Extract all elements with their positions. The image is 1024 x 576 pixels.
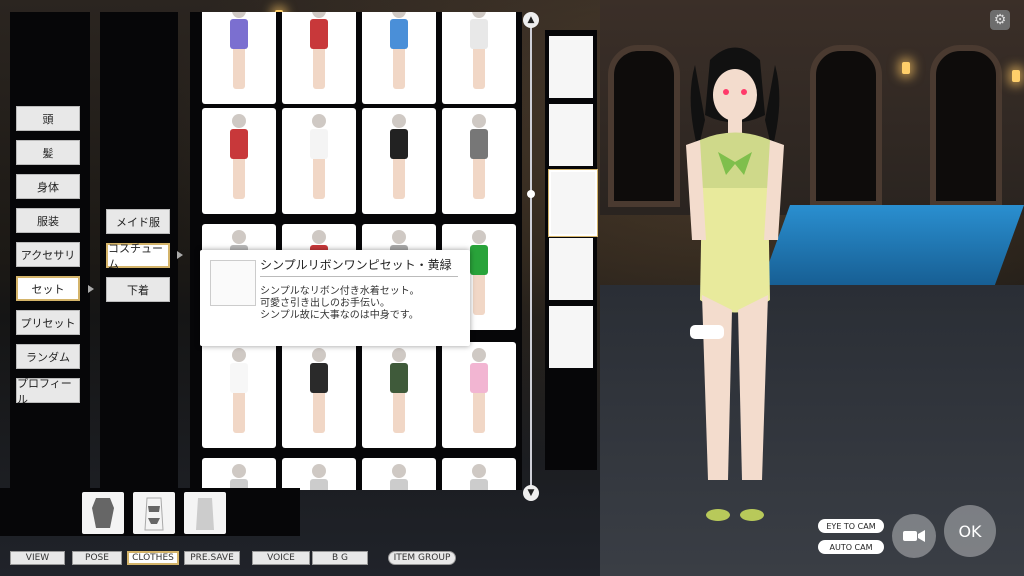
costume-card[interactable] [202,458,276,490]
menu-button[interactable]: ランダム [16,344,80,369]
menu-button[interactable]: プロフィール [16,377,80,406]
eye-to-cam-button[interactable]: EYE TO CAM [818,519,884,533]
tab-item-group[interactable]: ITEM GROUP [388,551,456,565]
costume-card[interactable] [362,108,436,214]
scrollbar-thumb[interactable] [527,190,535,198]
submenu-button[interactable]: メイド服 [106,209,170,234]
costume-card[interactable] [282,458,356,490]
costume-figure [390,114,408,199]
variant-thumbnail[interactable] [549,238,593,300]
tab-pose[interactable]: POSE [72,551,122,565]
costume-figure [230,114,248,199]
costume-figure [390,464,408,490]
scroll-up-icon[interactable]: ▲ [523,12,539,28]
tooltip-divider [260,276,458,277]
item-tooltip: シンプルリボンワンピセット・黄緑 シンプルなリボン付き水着セット。 可愛さ引き出… [200,250,470,346]
costume-figure [470,464,488,490]
tab-voice[interactable]: VOICE [252,551,310,565]
tab-clothes[interactable]: CLOTHES [127,551,179,565]
costume-card[interactable] [362,342,436,448]
menu-arrow-icon [88,285,94,293]
costume-card[interactable] [442,342,516,448]
tooltip-thumbnail [210,260,256,306]
tab-b-g[interactable]: B G [312,551,368,565]
scrollbar-track[interactable] [530,22,532,490]
nude-state-icon[interactable] [184,492,226,534]
submenu-arrow-icon [177,251,183,259]
building-wall [600,0,1024,215]
submenu-button[interactable]: 下着 [106,277,170,302]
arch [930,45,1002,207]
clothed-state-icon[interactable] [82,492,124,534]
costume-card[interactable] [202,342,276,448]
tooltip-title: シンプルリボンワンピセット・黄緑 [260,258,452,272]
costume-figure [470,230,488,315]
menu-button[interactable]: プリセット [16,310,80,335]
lamp [1012,70,1020,82]
costume-figure [470,12,488,89]
costume-figure [230,464,248,490]
costume-card[interactable] [442,108,516,214]
menu-button[interactable]: アクセサリ [16,242,80,267]
menu-button[interactable]: 頭 [16,106,80,131]
variant-thumbnail[interactable] [549,104,593,166]
ok-button[interactable]: OK [944,505,996,557]
tab-view[interactable]: VIEW [10,551,65,565]
settings-gear-icon[interactable]: ⚙ [990,10,1010,30]
variant-thumbnail-column [545,30,597,470]
costume-card[interactable] [282,12,356,104]
costume-card[interactable] [362,458,436,490]
arch [810,45,882,207]
costume-card[interactable] [282,108,356,214]
costume-figure [230,12,248,89]
menu-button[interactable]: 身体 [16,174,80,199]
costume-figure [230,348,248,433]
character-model[interactable] [670,40,800,540]
costume-card[interactable] [362,12,436,104]
costume-figure [390,348,408,433]
costume-card[interactable] [202,12,276,104]
costume-card[interactable] [442,458,516,490]
variant-thumbnail[interactable] [549,170,597,236]
variant-thumbnail[interactable] [549,306,593,368]
costume-card[interactable] [442,12,516,104]
menu-button[interactable]: 髪 [16,140,80,165]
costume-figure [310,348,328,433]
pool-water [760,205,1024,285]
costume-card[interactable] [282,342,356,448]
costume-figure [310,114,328,199]
costume-card[interactable] [202,108,276,214]
submenu-button[interactable]: コスチューム [106,242,170,271]
costume-figure [310,12,328,89]
variant-thumbnail[interactable] [549,36,593,98]
menu-button[interactable]: セット [16,276,80,301]
camera-icon[interactable] [892,514,936,558]
menu-button[interactable]: 服装 [16,208,80,233]
costume-figure [310,464,328,490]
underwear-state-icon[interactable] [133,492,175,534]
scroll-down-icon[interactable]: ▼ [523,485,539,501]
auto-cam-button[interactable]: AUTO CAM [818,540,884,554]
costume-figure [470,348,488,433]
tooltip-description-line: シンプル故に大事なのは中身です。 [260,310,419,321]
tab-pre-save[interactable]: PRE.SAVE [184,551,240,565]
costume-figure [470,114,488,199]
costume-figure [390,12,408,89]
lamp [902,62,910,74]
